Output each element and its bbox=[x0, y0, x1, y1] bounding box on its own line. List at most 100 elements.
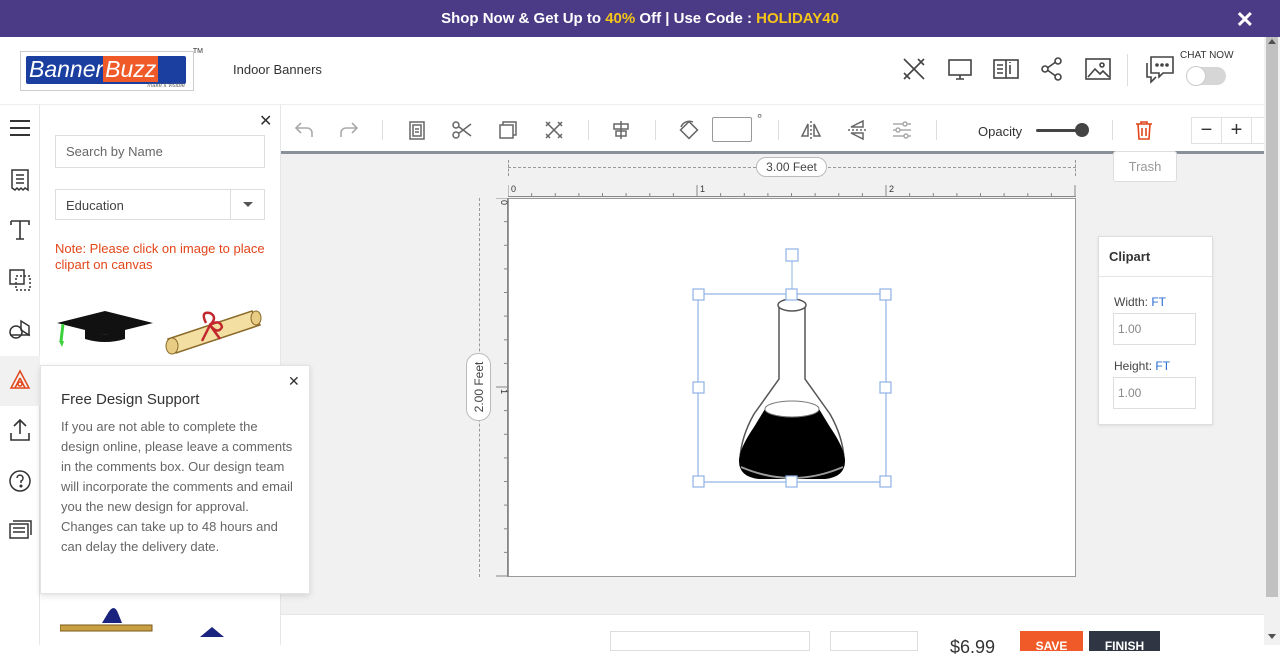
chat-now-label: CHAT NOW bbox=[1180, 50, 1234, 61]
resize-handle bbox=[785, 288, 798, 301]
bottom-bar: $6.99 SAVE FINISH bbox=[281, 614, 1264, 657]
promo-text: Shop Now & Get Up to 40% Off | Use Code … bbox=[441, 10, 839, 27]
height-label: 2.00 Feet bbox=[472, 361, 486, 413]
graduate-clipart[interactable] bbox=[60, 593, 155, 633]
ruler-v-label-1: 1 bbox=[499, 389, 508, 394]
chat-icon[interactable] bbox=[1143, 53, 1177, 85]
adjust-icon[interactable] bbox=[891, 119, 913, 141]
height-input[interactable] bbox=[1113, 377, 1196, 409]
design-canvas[interactable] bbox=[508, 198, 1076, 577]
close-icon[interactable]: ✕ bbox=[1236, 7, 1254, 33]
category-select[interactable]: Education bbox=[55, 189, 265, 220]
copy-icon[interactable] bbox=[497, 119, 519, 141]
help-icon[interactable] bbox=[7, 468, 33, 494]
zoom-out-button[interactable]: − bbox=[1192, 118, 1222, 143]
design-support-popup: ✕ Free Design Support If you are not abl… bbox=[40, 365, 310, 594]
opacity-slider[interactable] bbox=[1036, 123, 1089, 137]
quantity-select[interactable] bbox=[610, 631, 810, 651]
editor-toolbar: ° Opacity − + bbox=[281, 105, 1265, 154]
resize-handle bbox=[692, 475, 705, 488]
width-input[interactable] bbox=[1113, 313, 1196, 345]
scrollbar-thumb[interactable] bbox=[1266, 37, 1278, 597]
height-field-label: Height: FT bbox=[1114, 359, 1171, 373]
ruler-label-0: 0 bbox=[511, 184, 516, 194]
header-toolbar bbox=[900, 55, 1112, 83]
clipart-search-input[interactable] bbox=[55, 135, 265, 168]
background-icon[interactable] bbox=[7, 368, 33, 394]
clipart-note: Note: Please click on image to place cli… bbox=[55, 241, 265, 272]
canvas-content bbox=[692, 248, 892, 488]
chat-toggle[interactable] bbox=[1186, 66, 1226, 86]
height-label-pill: 2.00 Feet bbox=[466, 353, 491, 421]
price: $6.99 bbox=[950, 637, 996, 657]
save-button[interactable]: SAVE bbox=[1020, 631, 1083, 653]
notes-icon[interactable] bbox=[7, 518, 33, 544]
scroll-up-icon[interactable] bbox=[1268, 39, 1276, 44]
ruler-label-2: 2 bbox=[889, 184, 894, 194]
resize-handle bbox=[692, 381, 705, 394]
chevron-down-icon[interactable] bbox=[230, 190, 264, 219]
undo-icon[interactable] bbox=[293, 119, 315, 141]
promo-percent: 40% bbox=[605, 10, 636, 27]
header: BannerBuzz make it visible TM Indoor Ban… bbox=[0, 37, 1264, 105]
trash-icon[interactable] bbox=[1133, 119, 1155, 141]
desktop-preview-icon[interactable] bbox=[946, 55, 974, 83]
horizontal-ruler: 0 1 2 bbox=[508, 184, 1076, 197]
opacity-label: Opacity bbox=[978, 124, 1023, 139]
page-title: Indoor Banners bbox=[233, 62, 322, 77]
resize-handle bbox=[879, 475, 892, 488]
rotate-handle bbox=[785, 248, 799, 262]
image-icon[interactable] bbox=[1084, 55, 1112, 83]
resize-handle bbox=[692, 288, 705, 301]
flip-vertical-icon[interactable] bbox=[846, 119, 868, 141]
erlenmeyer-flask-clipart[interactable] bbox=[739, 298, 845, 479]
trash-tooltip: Trash bbox=[1113, 151, 1177, 182]
properties-panel: Clipart Width: FT Height: FT bbox=[1098, 236, 1213, 425]
menu-icon[interactable] bbox=[7, 115, 33, 141]
finish-button[interactable]: FINISH bbox=[1089, 631, 1160, 653]
popup-close-icon[interactable]: ✕ bbox=[288, 373, 300, 390]
rotate-icon[interactable] bbox=[678, 119, 700, 141]
unit-select[interactable] bbox=[830, 631, 918, 651]
diploma-scroll-clipart[interactable] bbox=[162, 301, 264, 356]
graduation-cap-clipart[interactable] bbox=[55, 301, 155, 351]
popup-title: Free Design Support bbox=[61, 391, 200, 408]
paste-icon[interactable] bbox=[406, 119, 428, 141]
popup-body: If you are not able to complete the desi… bbox=[61, 419, 293, 554]
resize-handle bbox=[785, 475, 798, 488]
shapes-icon[interactable] bbox=[7, 267, 33, 293]
upload-icon[interactable] bbox=[7, 417, 33, 443]
clipart-icon[interactable] bbox=[7, 317, 33, 343]
book-clipart[interactable] bbox=[190, 617, 230, 637]
share-icon[interactable] bbox=[1038, 55, 1066, 83]
text-icon[interactable] bbox=[7, 217, 33, 243]
scroll-down-icon[interactable] bbox=[1268, 634, 1276, 639]
height-dimension: 2.00 Feet bbox=[466, 198, 492, 577]
opacity-slider-thumb[interactable] bbox=[1075, 123, 1089, 137]
align-center-icon[interactable] bbox=[610, 119, 632, 141]
logo[interactable]: BannerBuzz make it visible TM bbox=[20, 48, 203, 91]
template-icon[interactable] bbox=[7, 167, 33, 193]
vertical-ruler: 0 1 bbox=[496, 198, 508, 577]
design-tools-icon[interactable] bbox=[900, 55, 928, 83]
width-label: 3.00 Feet bbox=[756, 157, 827, 177]
zoom-in-button[interactable]: + bbox=[1222, 118, 1252, 143]
zoom-controls: − + bbox=[1191, 117, 1265, 144]
flip-horizontal-icon[interactable] bbox=[800, 119, 822, 141]
width-dimension: 3.00 Feet bbox=[508, 157, 1076, 177]
cut-icon[interactable] bbox=[451, 119, 473, 141]
delete-x-icon[interactable] bbox=[543, 119, 565, 141]
spec-sheet-icon[interactable] bbox=[992, 55, 1020, 83]
panel-close-icon[interactable]: ✕ bbox=[259, 111, 272, 131]
page-scrollbar[interactable] bbox=[1264, 37, 1280, 645]
ruler-v-label-0: 0 bbox=[499, 200, 508, 205]
redo-icon[interactable] bbox=[338, 119, 360, 141]
degree-symbol: ° bbox=[757, 111, 763, 126]
width-field-label: Width: FT bbox=[1114, 295, 1167, 309]
rotation-input[interactable] bbox=[712, 117, 752, 142]
promo-code: HOLIDAY40 bbox=[756, 10, 839, 27]
ruler-label-1: 1 bbox=[700, 184, 705, 194]
promo-bar: Shop Now & Get Up to 40% Off | Use Code … bbox=[0, 0, 1280, 37]
resize-handle bbox=[879, 381, 892, 394]
resize-handle bbox=[879, 288, 892, 301]
